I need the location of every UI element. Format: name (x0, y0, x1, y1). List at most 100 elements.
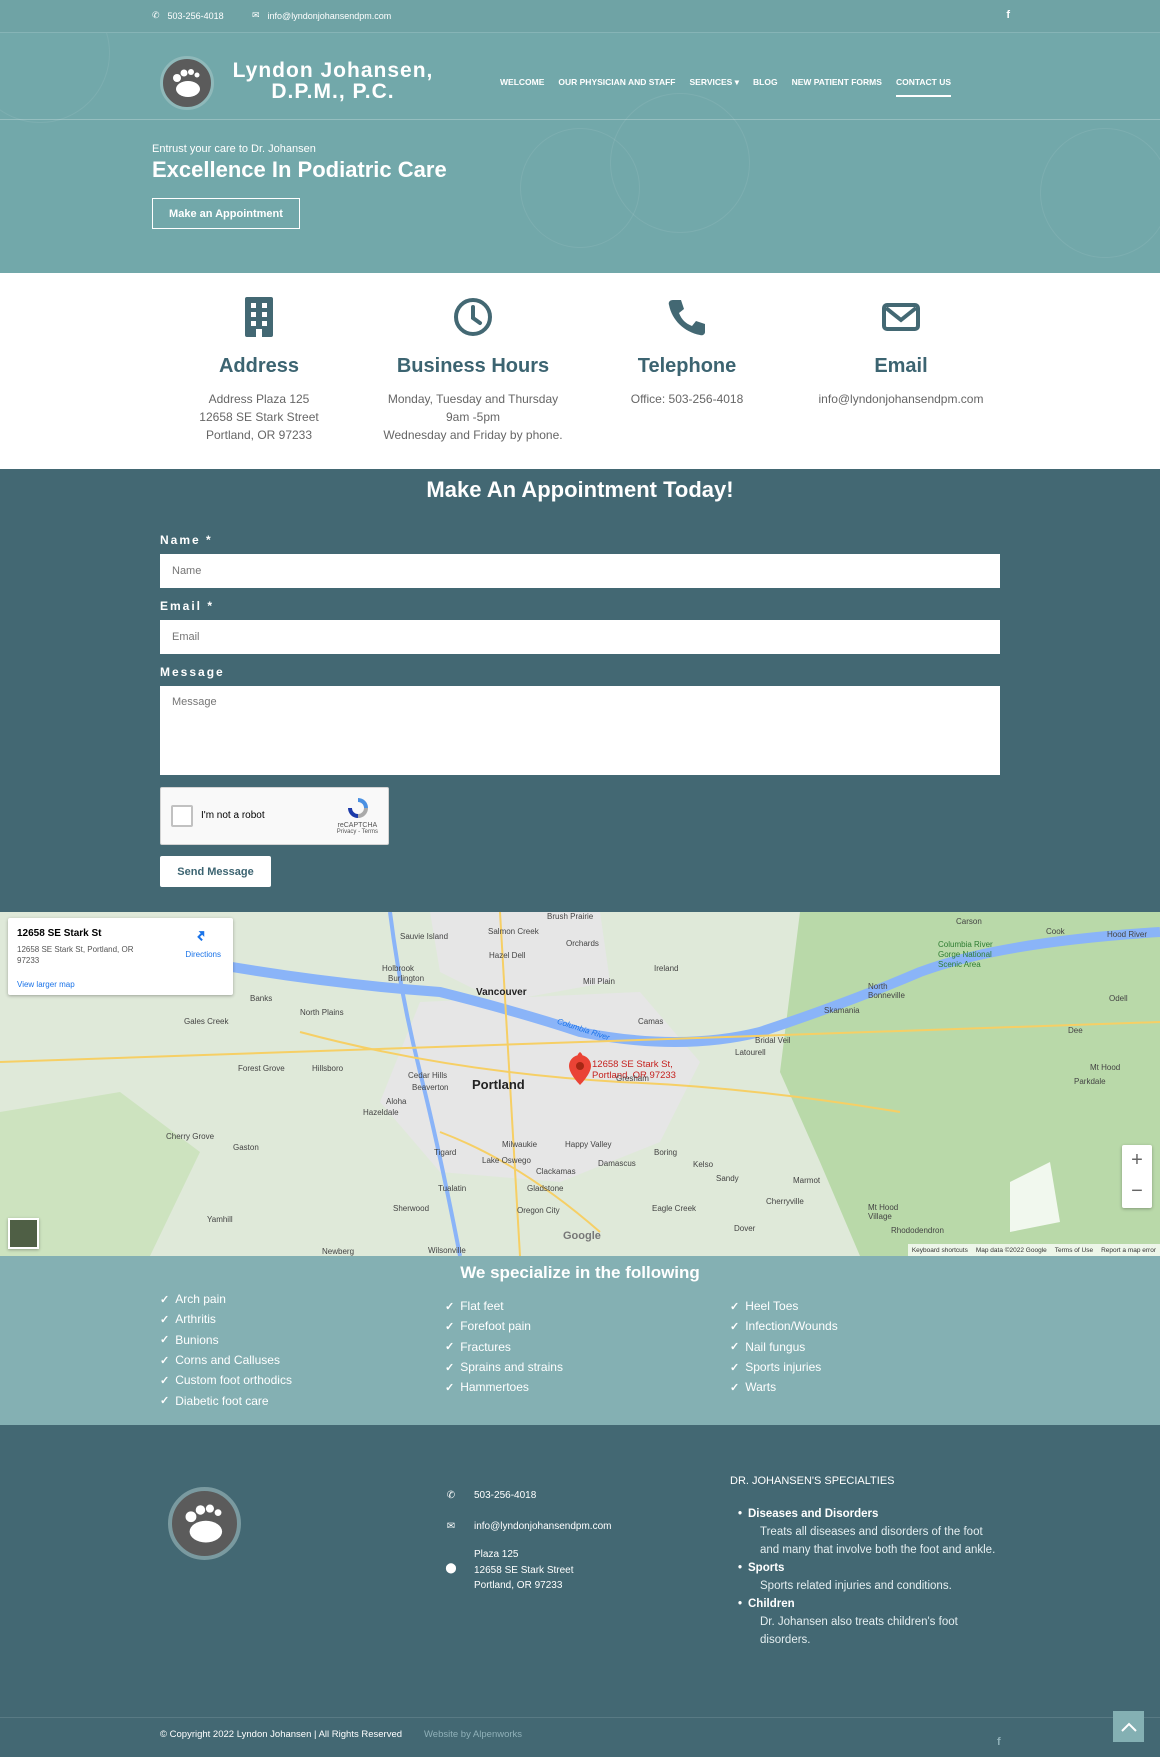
map-place-label: Mt Hood Village (868, 1203, 899, 1221)
send-message-button[interactable]: Send Message (160, 856, 271, 887)
pin-line-1: 12658 SE Stark St, (592, 1059, 673, 1070)
main-nav: WELCOME OUR PHYSICIAN AND STAFF SERVICES… (500, 77, 952, 97)
map-place-label: Sandy (716, 1174, 739, 1183)
specialties-column-3: ✓ Heel Toes ✓ Infection/Wounds ✓ Nail fungu… (730, 1296, 838, 1397)
email-title: Email (874, 355, 928, 377)
nav-services[interactable]: SERVICES ▾ (690, 77, 740, 97)
telephone-lines: Office: 503-256-4018 (580, 390, 794, 408)
map-place-label: Banks (250, 994, 273, 1003)
list-item: ✓ Custom foot orthodics (160, 1370, 292, 1390)
specialties-title: We specialize in the following (460, 1263, 700, 1282)
zoom-out-button[interactable]: − (1122, 1176, 1152, 1207)
map-data-text: Map data ©2022 Google (975, 1246, 1047, 1254)
recaptcha-links[interactable]: Privacy - Terms (337, 829, 378, 835)
map-place-label: Latourell (735, 1048, 766, 1057)
message-textarea[interactable] (160, 686, 1000, 775)
footer-email[interactable]: ✉ info@lyndonjohansendpm.com (444, 1519, 612, 1535)
map-place-label: Columbia River Gorge National Scenic Are… (938, 940, 993, 969)
make-appointment-button[interactable]: Make an Appointment (152, 198, 300, 229)
map-place-label: Cedar Hills (408, 1071, 448, 1080)
hours-lines: Monday, Tuesday and Thursday 9am -5pm We… (366, 390, 580, 444)
map-place-label: Vancouver (476, 987, 527, 998)
directions-icon[interactable] (193, 927, 207, 941)
map-place-label: Camas (638, 1017, 664, 1026)
map-place-label: Cherryville (766, 1197, 804, 1206)
footprint-icon (185, 1504, 223, 1543)
footer-spec-description: Treats all diseases and disorders of the… (760, 1526, 996, 1556)
name-input[interactable] (160, 554, 1000, 588)
check-icon: ✓ (445, 1300, 455, 1313)
list-item: ✓ Warts (730, 1377, 838, 1397)
footer-address-lines: Plaza 125 12658 SE Stark Street Portland… (474, 1547, 574, 1594)
satellite-toggle[interactable] (8, 1218, 39, 1249)
email-block: Email info@lyndonjohansendpm.com (794, 297, 1008, 408)
check-icon: ✓ (730, 1361, 740, 1374)
topbar-email[interactable]: ✉ info@lyndonjohansendpm.com (252, 10, 391, 21)
brand-name[interactable]: Lyndon Johansen, D.P.M., P.C. (228, 60, 438, 102)
map-place-label: Yamhill (207, 1215, 233, 1224)
google-map[interactable]: 12658 SE Stark St, Portland, OR 97233 Po… (0, 912, 1160, 1256)
zoom-in-button[interactable]: + (1122, 1145, 1152, 1176)
nav-physician-staff[interactable]: OUR PHYSICIAN AND STAFF (558, 77, 675, 97)
nav-contact-us[interactable]: CONTACT US (895, 77, 952, 97)
map-place-label: Hazel Dell (489, 951, 526, 960)
map-place-label: Gladstone (527, 1184, 564, 1193)
view-larger-map-link[interactable]: View larger map (17, 980, 75, 989)
report-error-link[interactable]: Report a map error (1101, 1247, 1156, 1254)
map-place-label: Boring (654, 1148, 678, 1157)
footer-logo[interactable] (168, 1487, 241, 1560)
nav-blog[interactable]: BLOG (753, 77, 778, 97)
map-place-label: Beaverton (412, 1083, 449, 1092)
telephone-line[interactable]: Office: 503-256-4018 (580, 390, 794, 408)
hours-block: Business Hours Monday, Tuesday and Thurs… (366, 297, 580, 444)
website-credit-link[interactable]: Website by Alpenworks (424, 1729, 522, 1740)
email-line[interactable]: info@lyndonjohansendpm.com (794, 390, 1008, 408)
footer-specialties-list: Diseases and Disorders Treats all diseas… (738, 1505, 998, 1649)
check-icon: ✓ (445, 1381, 455, 1394)
footer-phone[interactable]: ✆ 503-256-4018 (444, 1488, 536, 1504)
hero-headline: Excellence In Podiatric Care (152, 157, 447, 182)
address-block: Address Address Plaza 125 12658 SE Stark… (152, 297, 366, 444)
facebook-icon[interactable]: f (1006, 9, 1010, 21)
check-icon: ✓ (160, 1313, 170, 1326)
clock-icon (454, 298, 492, 336)
check-icon: ✓ (445, 1361, 455, 1374)
map-place-label: Skamania (824, 1006, 860, 1015)
facebook-icon[interactable]: f (997, 1736, 1001, 1748)
back-to-top-button[interactable] (1113, 1711, 1144, 1742)
footer-divider (0, 1717, 1160, 1718)
hero: Lyndon Johansen, D.P.M., P.C. WELCOME OU… (0, 33, 1160, 273)
list-item: ✓ Diabetic foot care (160, 1390, 292, 1410)
hex-decoration (0, 33, 110, 123)
terms-link[interactable]: Terms of Use (1055, 1247, 1093, 1254)
logo[interactable] (160, 56, 214, 110)
hours-line: Monday, Tuesday and Thursday (387, 392, 559, 406)
map-place-label: Gresham (616, 1074, 649, 1083)
recaptcha-checkbox[interactable] (171, 805, 193, 827)
map-place-label: Sherwood (393, 1204, 430, 1213)
map-place-label: Carson (956, 917, 982, 926)
check-icon: ✓ (160, 1395, 170, 1408)
check-icon: ✓ (445, 1320, 455, 1333)
map-pin-icon[interactable] (569, 1055, 591, 1085)
specialties-section: We specialize in the following ✓ Arch pai… (0, 1256, 1160, 1425)
topbar-phone-text: 503-256-4018 (167, 10, 224, 21)
check-icon: ✓ (160, 1293, 170, 1306)
nav-welcome[interactable]: WELCOME (500, 77, 544, 97)
hex-decoration (610, 93, 750, 233)
directions-link[interactable]: Directions (185, 950, 221, 959)
nav-new-patient-forms[interactable]: NEW PATIENT FORMS (792, 77, 882, 97)
keyboard-shortcuts-link[interactable]: Keyboard shortcuts (912, 1247, 968, 1254)
specialty-label: Heel Toes (745, 1299, 799, 1314)
footer-spec-heading: Children (738, 1595, 998, 1613)
specialty-label: Hammertoes (460, 1380, 529, 1395)
topbar-phone[interactable]: ✆ 503-256-4018 (152, 10, 224, 21)
email-input[interactable] (160, 620, 1000, 654)
list-item: ✓ Sprains and strains (445, 1357, 563, 1377)
map-place-label: Happy Valley (565, 1140, 612, 1149)
map-place-label: Hood River (1107, 930, 1148, 939)
brand-line-1: Lyndon Johansen, (232, 59, 434, 82)
copyright-text: © Copyright 2022 Lyndon Johansen | All R… (160, 1729, 403, 1740)
specialty-label: Diabetic foot care (175, 1393, 269, 1408)
contact-info-section: Address Address Plaza 125 12658 SE Stark… (0, 273, 1160, 469)
